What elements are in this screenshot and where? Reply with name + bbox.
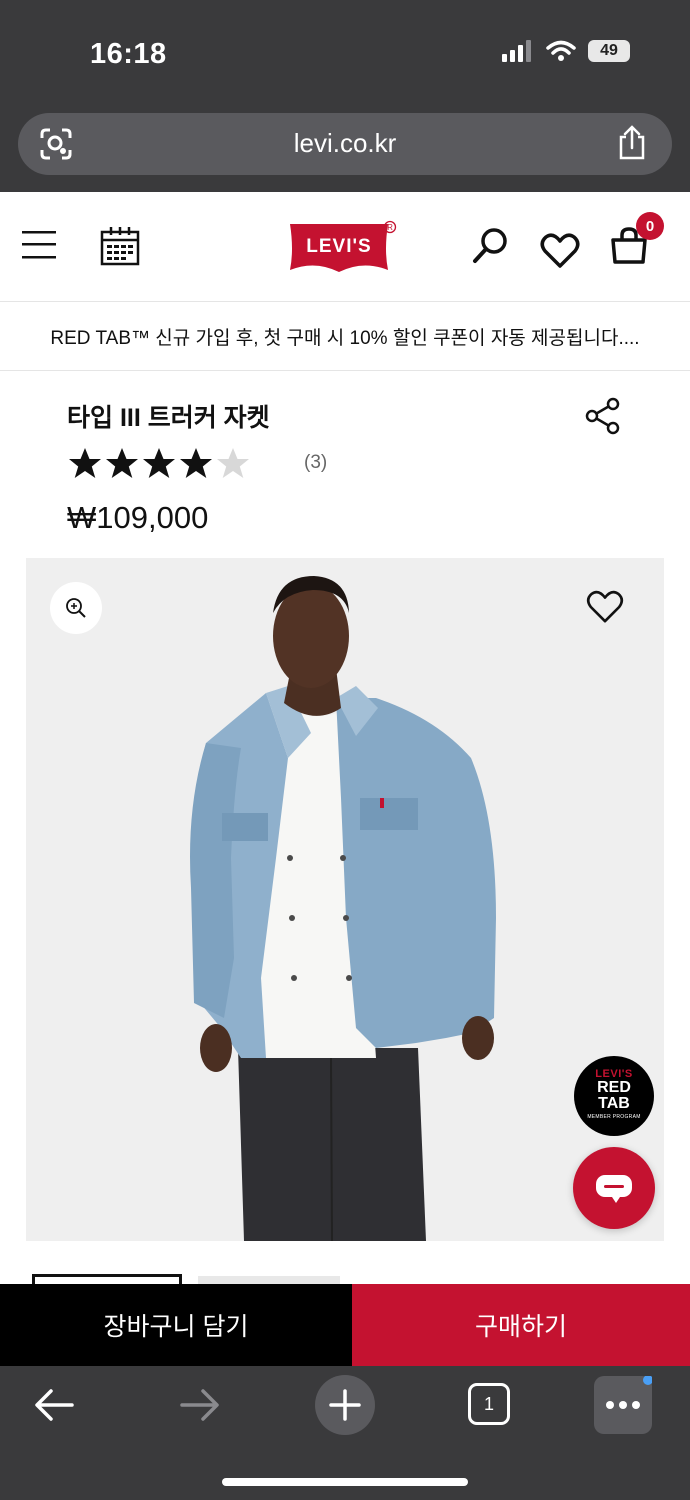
svg-text:R: R <box>387 223 393 232</box>
more-icon[interactable] <box>594 1375 653 1434</box>
product-price: ₩109,000 <box>67 500 209 535</box>
back-icon[interactable] <box>34 1388 74 1422</box>
url-text[interactable]: levi.co.kr <box>18 128 672 159</box>
star-rating-icon <box>69 448 249 478</box>
badge-red: RED <box>597 1079 631 1096</box>
forward-icon[interactable] <box>180 1388 220 1422</box>
wishlist-heart-icon[interactable] <box>540 233 580 269</box>
home-indicator <box>222 1478 468 1486</box>
zoom-in-icon <box>66 598 86 618</box>
zoom-button[interactable] <box>50 582 102 634</box>
review-count[interactable]: (3) <box>304 452 327 474</box>
tabs-icon[interactable]: 1 <box>468 1383 510 1425</box>
ellipsis-icon <box>606 1375 653 1409</box>
thumbnail-selected[interactable] <box>32 1274 182 1284</box>
status-time: 16:18 <box>90 38 167 70</box>
svg-text:LEVI'S: LEVI'S <box>306 236 371 257</box>
thumbnail[interactable] <box>198 1276 340 1284</box>
cellular-signal-icon <box>502 40 531 62</box>
red-tab-badge[interactable]: LEVI'S RED TAB MEMBER PROGRAM <box>574 1056 654 1136</box>
url-bar[interactable]: levi.co.kr <box>18 113 672 175</box>
calendar-icon[interactable] <box>100 226 140 266</box>
model-photo <box>190 576 496 1241</box>
search-icon[interactable] <box>472 227 510 265</box>
menu-icon[interactable] <box>22 229 58 261</box>
site-header: LEVI'S R <box>0 192 690 302</box>
cart-count-badge: 0 <box>636 212 664 240</box>
promo-banner[interactable]: RED TAB™ 신규 가입 후, 첫 구매 시 10% 할인 쿠폰이 자동 제… <box>0 303 690 371</box>
chat-button[interactable] <box>573 1147 655 1229</box>
product-share-icon[interactable] <box>584 397 622 435</box>
status-indicators: 49 <box>502 40 630 62</box>
browser-top-chrome: 16:18 49 levi.co.kr <box>0 0 690 192</box>
rating-stars[interactable] <box>67 446 257 484</box>
add-to-cart-button[interactable]: 장바구니 담기 <box>0 1284 352 1366</box>
new-tab-plus-icon[interactable] <box>314 1374 376 1436</box>
product-title: 타입 III 트러커 자켓 <box>67 404 270 432</box>
share-icon[interactable] <box>616 125 648 161</box>
badge-tab: TAB <box>598 1095 630 1112</box>
chat-icon <box>596 1175 632 1203</box>
badge-program: MEMBER PROGRAM <box>587 1114 641 1120</box>
levis-logo[interactable]: LEVI'S R <box>288 220 400 274</box>
purchase-action-bar: 장바구니 담기 구매하기 <box>0 1284 690 1366</box>
battery-indicator: 49 <box>588 40 630 62</box>
product-image[interactable]: LEVI'S RED TAB MEMBER PROGRAM <box>26 558 664 1241</box>
wifi-icon <box>546 40 576 61</box>
buy-now-button[interactable]: 구매하기 <box>352 1284 690 1366</box>
favorite-heart-icon[interactable] <box>586 590 624 624</box>
